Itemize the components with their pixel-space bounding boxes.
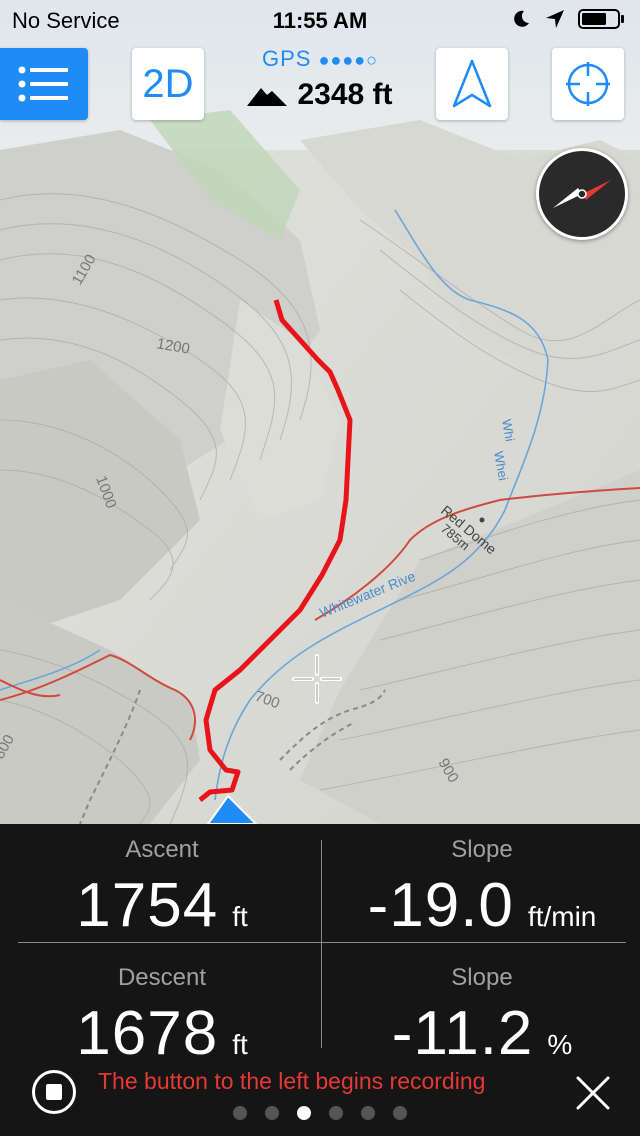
menu-button[interactable]	[0, 48, 88, 120]
peak-marker	[479, 517, 485, 523]
location-arrow-icon	[546, 10, 564, 28]
gps-label: GPS	[262, 46, 312, 71]
moon-icon	[514, 10, 529, 27]
battery-icon	[578, 9, 624, 29]
north-up-button[interactable]	[436, 48, 508, 120]
map-mode-button[interactable]: 2D	[132, 48, 204, 120]
slope-percent-value: -11.2	[391, 999, 534, 1068]
slope-rate-value: -19.0	[367, 871, 514, 940]
locate-me-button[interactable]	[552, 48, 624, 120]
slope-rate-unit: ft/min	[527, 901, 597, 932]
gps-signal-indicator: ●●●●○	[318, 50, 378, 70]
ascent-unit: ft	[232, 901, 248, 932]
descent-label: Descent	[117, 964, 207, 991]
stop-square-icon	[46, 1084, 62, 1100]
slope-percent-stat: Slope -11.2%	[332, 964, 632, 1069]
panel-divider-vertical	[321, 840, 322, 1048]
map-center-crosshair-icon	[292, 654, 342, 704]
slope-rate-label: Slope	[451, 836, 513, 863]
panel-divider-horizontal	[18, 942, 626, 943]
recording-hint: The button to the left begins recording	[98, 1068, 486, 1094]
page-dot[interactable]	[297, 1106, 311, 1120]
slope-rate-stat: Slope -19.0 ft/min	[332, 836, 632, 941]
mountain-icon	[247, 88, 288, 106]
gps-status: GPS ●●●●○	[220, 46, 420, 72]
stats-panel[interactable]: Ascent 1754 ft Slope -19.0 ft/min Descent …	[0, 824, 640, 1136]
map-toolbar: 2D GPS ●●●●○ 2348 ft	[0, 40, 640, 130]
compass-button[interactable]	[536, 148, 628, 240]
page-dot[interactable]	[233, 1106, 247, 1120]
status-bar: No Service 11:55 AM	[0, 0, 640, 40]
descent-unit: ft	[232, 1029, 248, 1060]
ascent-value: 1754	[76, 871, 219, 940]
crosshair-target-icon	[566, 62, 610, 106]
gps-elevation-info: GPS ●●●●○ 2348 ft	[220, 46, 420, 112]
page-dot[interactable]	[265, 1106, 279, 1120]
north-arrow-icon	[452, 59, 492, 108]
descent-stat: Descent 1678 ft	[12, 964, 312, 1069]
elevation-value: 2348 ft	[297, 78, 393, 111]
status-icons	[510, 8, 626, 30]
page-dot[interactable]	[329, 1106, 343, 1120]
page-dot[interactable]	[361, 1106, 375, 1120]
compass-needle-icon	[553, 180, 611, 208]
map-mode-label: 2D	[142, 61, 194, 106]
ascent-stat: Ascent 1754 ft	[12, 836, 312, 941]
slope-percent-unit: %	[547, 1029, 573, 1060]
elevation-readout: 2348 ft	[220, 78, 420, 112]
ascent-label: Ascent	[125, 836, 199, 863]
page-dot[interactable]	[393, 1106, 407, 1120]
slope-percent-label: Slope	[451, 964, 513, 991]
list-icon	[18, 66, 68, 102]
page-indicator[interactable]	[0, 1106, 640, 1120]
descent-value: 1678	[76, 999, 219, 1068]
